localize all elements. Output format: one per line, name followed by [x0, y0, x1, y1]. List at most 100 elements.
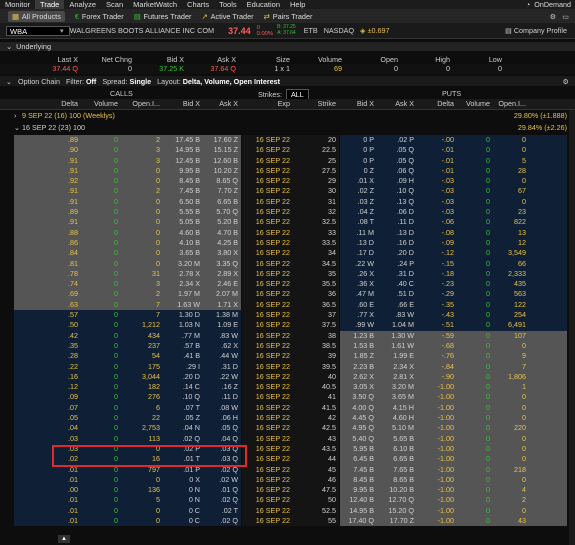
- put-bid[interactable]: .22 W: [336, 259, 374, 269]
- put-bid[interactable]: 1.53 B: [336, 341, 374, 351]
- option-chain-settings-icon[interactable]: ⚙: [563, 77, 569, 86]
- put-bid[interactable]: .36 X: [336, 279, 374, 289]
- call-ask[interactable]: .08 W: [200, 403, 238, 413]
- tab-pairs-trader[interactable]: ⇄ Pairs Trader: [264, 12, 313, 21]
- col-put-ask[interactable]: Ask X: [374, 99, 414, 108]
- call-ask[interactable]: .02 Q: [200, 516, 238, 526]
- call-bid[interactable]: .05 Z: [160, 413, 200, 423]
- put-bid[interactable]: 5.95 B: [336, 444, 374, 454]
- option-row[interactable]: .69 0 2 1.97 M 2.07 M 16 SEP 22 36.47 M .51 D -.…: [0, 289, 575, 300]
- vertical-scrollbar[interactable]: [569, 110, 575, 545]
- call-ask[interactable]: 4.70 B: [200, 228, 238, 238]
- call-bid[interactable]: 4.60 B: [160, 228, 200, 238]
- put-bid[interactable]: .77 X: [336, 310, 374, 320]
- symbol-dropdown-chevron-icon[interactable]: ▾: [60, 26, 64, 35]
- call-ask[interactable]: 2.07 M: [200, 289, 238, 299]
- call-ask[interactable]: 4.25 B: [200, 238, 238, 248]
- call-bid[interactable]: 0 C: [160, 506, 200, 516]
- col-call-bid[interactable]: Bid X: [160, 99, 200, 108]
- put-bid[interactable]: 5.40 Q: [336, 434, 374, 444]
- put-ask[interactable]: 2.81 X: [374, 372, 414, 382]
- col-call-ask[interactable]: Ask X: [200, 99, 238, 108]
- put-ask[interactable]: .06 D: [374, 207, 414, 217]
- put-bid[interactable]: .03 Z: [336, 197, 374, 207]
- call-bid[interactable]: .07 T: [160, 403, 200, 413]
- put-bid[interactable]: 0 P: [336, 145, 374, 155]
- call-bid[interactable]: .10 Q: [160, 392, 200, 402]
- put-bid[interactable]: 0 P: [336, 156, 374, 166]
- call-ask[interactable]: 2.89 X: [200, 269, 238, 279]
- call-bid[interactable]: .41 B: [160, 351, 200, 361]
- call-ask[interactable]: 2.46 E: [200, 279, 238, 289]
- call-bid[interactable]: 3.65 B: [160, 248, 200, 258]
- call-bid[interactable]: .02 Q: [160, 434, 200, 444]
- put-ask[interactable]: 4.15 H: [374, 403, 414, 413]
- call-bid[interactable]: 0 N: [160, 495, 200, 505]
- put-ask[interactable]: .11 D: [374, 217, 414, 227]
- call-ask[interactable]: .11 D: [200, 392, 238, 402]
- put-ask[interactable]: 5.10 M: [374, 423, 414, 433]
- call-ask[interactable]: .05 Q: [200, 423, 238, 433]
- call-bid[interactable]: 4.10 B: [160, 238, 200, 248]
- put-bid[interactable]: .13 D: [336, 238, 374, 248]
- ul-bid[interactable]: 37.25 K: [124, 64, 184, 73]
- put-bid[interactable]: 17.40 Q: [336, 516, 374, 526]
- put-ask[interactable]: .20 D: [374, 248, 414, 258]
- col-put-volume[interactable]: Volume: [454, 99, 490, 108]
- option-row[interactable]: .89 0 0 5.55 B 5.70 Q 16 SEP 22 32.04 Z .06 D -.…: [0, 207, 575, 218]
- option-row[interactable]: .04 0 2,753.04 N .05 Q 16 SEP 22 42.5 4.95 Q 5.…: [0, 423, 575, 434]
- call-bid[interactable]: 1.03 N: [160, 320, 200, 330]
- put-bid[interactable]: .01 X: [336, 176, 374, 186]
- option-row[interactable]: .07 0 6.07 T .08 W 16 SEP 22 41.5 4.00 Q 4.15 H…: [0, 402, 575, 414]
- put-ask[interactable]: .51 D: [374, 289, 414, 299]
- put-ask[interactable]: .09 H: [374, 176, 414, 186]
- call-ask[interactable]: .04 Q: [200, 434, 238, 444]
- col-exp[interactable]: Exp: [250, 99, 290, 108]
- put-bid[interactable]: .04 Z: [336, 207, 374, 217]
- call-bid[interactable]: 0 C: [160, 516, 200, 526]
- menu-analyze[interactable]: Analyze: [64, 0, 101, 9]
- put-ask[interactable]: 1.61 W: [374, 341, 414, 351]
- option-row[interactable]: .91 0 0 5.05 B 5.20 B 16 SEP 22 32.5.08 T .11 D…: [0, 217, 575, 228]
- put-ask[interactable]: .02 P: [374, 135, 414, 145]
- call-bid[interactable]: 7.45 B: [160, 186, 200, 196]
- call-bid[interactable]: .57 B: [160, 341, 200, 351]
- option-row[interactable]: .91 0 3 12.45 B 12.60 B 16 SEP 22 25 0 P .05 Q -.…: [0, 155, 575, 166]
- call-ask[interactable]: 5.70 Q: [200, 207, 238, 217]
- option-row[interactable]: .09 0 276.10 Q .11 D 16 SEP 22 41 3.50 Q 3.65 M…: [0, 392, 575, 403]
- put-ask[interactable]: .13 Q: [374, 197, 414, 207]
- expiration-row-16sep[interactable]: ⌄ 16 SEP 22 (23) 100 29.84% (±2.26): [0, 123, 575, 133]
- call-ask[interactable]: .83 W: [200, 331, 238, 341]
- put-bid[interactable]: 3.50 Q: [336, 392, 374, 402]
- put-bid[interactable]: 6.45 B: [336, 454, 374, 464]
- call-ask[interactable]: 1.71 X: [200, 300, 238, 310]
- col-put-open-interest[interactable]: Open.I...: [490, 99, 526, 108]
- tab-active-trader[interactable]: ↗ Active Trader: [201, 12, 253, 21]
- call-ask[interactable]: .16 Z: [200, 382, 238, 392]
- menu-charts[interactable]: Charts: [182, 0, 214, 9]
- call-bid[interactable]: 9.95 B: [160, 166, 200, 176]
- call-ask[interactable]: 17.60 Z: [200, 135, 238, 145]
- call-bid[interactable]: 17.45 B: [160, 135, 200, 145]
- put-ask[interactable]: .31 D: [374, 269, 414, 279]
- put-ask[interactable]: 12.70 Q: [374, 495, 414, 505]
- call-bid[interactable]: .20 D: [160, 372, 200, 382]
- call-ask[interactable]: 1.38 M: [200, 310, 238, 320]
- call-bid[interactable]: 5.05 B: [160, 217, 200, 227]
- ul-ask[interactable]: 37.64 Q: [176, 64, 236, 73]
- col-put-bid[interactable]: Bid X: [336, 99, 374, 108]
- option-chain-collapse-icon[interactable]: ⌄: [6, 77, 12, 86]
- put-bid[interactable]: .99 W: [336, 320, 374, 330]
- tab-futures-trader[interactable]: ▤ Futures Trader: [134, 12, 192, 21]
- option-row[interactable]: .89 0 2 17.45 B 17.60 Z 16 SEP 22 20 0 P .02 P -.…: [0, 135, 575, 146]
- put-ask[interactable]: .16 D: [374, 238, 414, 248]
- call-bid[interactable]: 14.95 B: [160, 145, 200, 155]
- ondemand-button[interactable]: ◔ OnDemand: [526, 0, 575, 9]
- put-ask[interactable]: 4.60 H: [374, 413, 414, 423]
- col-put-delta[interactable]: Delta: [414, 99, 454, 108]
- menu-scan[interactable]: Scan: [101, 0, 128, 9]
- option-row[interactable]: .01 0 0 0 C .02 Q 16 SEP 22 55 17.40 Q 17.70 Z -1…: [0, 515, 575, 527]
- company-profile-button[interactable]: ▤ Company Profile: [505, 26, 567, 35]
- call-ask[interactable]: .62 X: [200, 341, 238, 351]
- put-ask[interactable]: .83 W: [374, 310, 414, 320]
